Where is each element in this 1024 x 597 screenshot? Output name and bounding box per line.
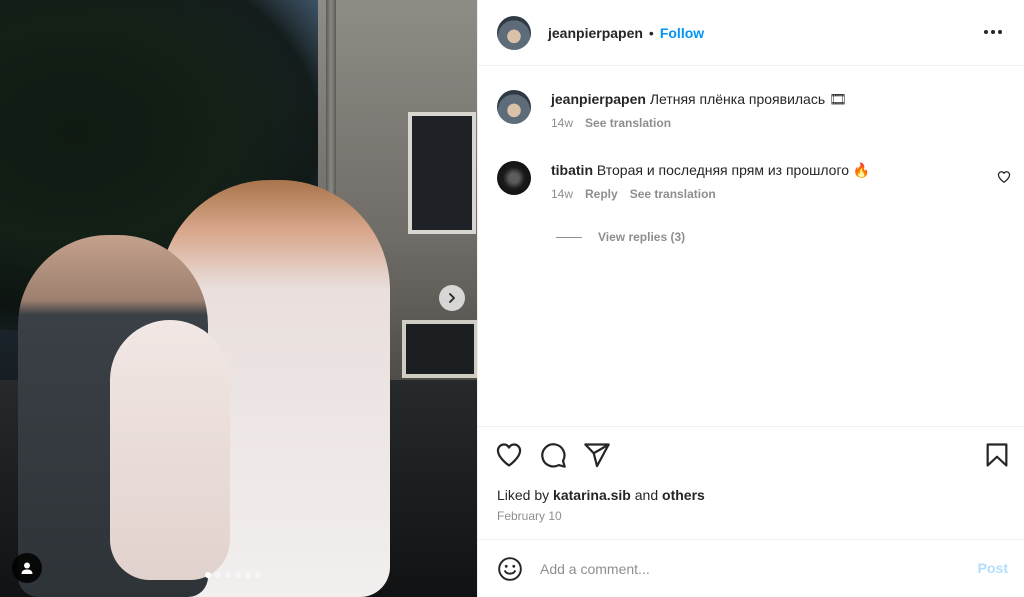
comments-list: jeanpierpapen Летняя плёнка проявилась 🎞… bbox=[478, 66, 1024, 426]
follow-button[interactable]: Follow bbox=[660, 25, 704, 41]
likes-others-link[interactable]: others bbox=[662, 487, 705, 503]
post-header: jeanpierpapen • Follow bbox=[478, 0, 1024, 66]
caption-text: Летняя плёнка проявилась 🎞 bbox=[649, 91, 847, 107]
carousel-dot bbox=[255, 572, 261, 578]
caption-text-line: jeanpierpapen Летняя плёнка проявилась 🎞 bbox=[551, 90, 847, 108]
comment-time[interactable]: 14w bbox=[551, 187, 573, 201]
caption-see-translation[interactable]: See translation bbox=[585, 116, 671, 130]
comment-like-heart-icon[interactable] bbox=[997, 170, 1011, 184]
comment-reply-button[interactable]: Reply bbox=[585, 187, 618, 201]
photo-window bbox=[402, 320, 477, 378]
more-options-icon bbox=[984, 30, 988, 34]
carousel-dot bbox=[245, 572, 251, 578]
carousel-dot bbox=[235, 572, 241, 578]
post-dialog: jeanpierpapen • Follow jeanpierpapen Лет… bbox=[0, 0, 1024, 597]
caption-author-avatar[interactable] bbox=[497, 90, 531, 124]
caption-meta: 14w See translation bbox=[551, 116, 847, 130]
photo-dog bbox=[110, 320, 230, 580]
carousel-indicator bbox=[205, 572, 261, 578]
carousel-dot bbox=[215, 572, 221, 578]
view-replies-label: View replies (3) bbox=[598, 230, 686, 244]
comment-item: tibatin Вторая и последняя прям из прошл… bbox=[497, 161, 1017, 201]
add-comment-bar: Post bbox=[478, 539, 1024, 597]
carousel-dot bbox=[205, 572, 211, 578]
commenter-username[interactable]: tibatin bbox=[551, 162, 593, 178]
like-heart-icon[interactable] bbox=[495, 441, 523, 469]
author-avatar[interactable] bbox=[497, 15, 531, 50]
bookmark-icon[interactable] bbox=[983, 441, 1011, 469]
post-comment-button[interactable]: Post bbox=[978, 560, 1008, 576]
tagged-users-button[interactable] bbox=[12, 553, 42, 583]
caption-username[interactable]: jeanpierpapen bbox=[551, 91, 646, 107]
header-separator: • bbox=[648, 24, 654, 41]
likes-summary: Liked by katarina.sib and others bbox=[497, 487, 705, 503]
comment-text-line: tibatin Вторая и последняя прям из прошл… bbox=[551, 161, 870, 179]
next-slide-button[interactable] bbox=[439, 285, 465, 311]
caption: jeanpierpapen Летняя плёнка проявилась 🎞… bbox=[497, 90, 1017, 130]
author-username[interactable]: jeanpierpapen bbox=[548, 25, 643, 41]
comment-meta: 14w Reply See translation bbox=[551, 187, 870, 201]
send-icon[interactable] bbox=[583, 441, 611, 469]
likes-prefix: Liked by bbox=[497, 487, 550, 503]
more-options-icon-dot bbox=[991, 30, 995, 34]
comment-text: Вторая и последняя прям из прошлого 🔥 bbox=[596, 162, 871, 178]
comment-icon[interactable] bbox=[539, 441, 567, 469]
likes-connector: and bbox=[634, 487, 659, 503]
comment-see-translation[interactable]: See translation bbox=[630, 187, 716, 201]
caption-time[interactable]: 14w bbox=[551, 116, 573, 130]
comment-input[interactable] bbox=[540, 556, 960, 581]
user-tag-icon bbox=[21, 562, 33, 574]
commenter-avatar[interactable] bbox=[497, 161, 531, 195]
likes-user-link[interactable]: katarina.sib bbox=[553, 487, 631, 503]
more-options-button[interactable] bbox=[981, 22, 1005, 42]
carousel-dot bbox=[225, 572, 231, 578]
view-replies-line bbox=[556, 236, 582, 238]
chevron-right-icon bbox=[449, 293, 455, 303]
emoji-icon[interactable] bbox=[497, 556, 523, 582]
photo-window bbox=[408, 112, 476, 234]
view-replies-button[interactable]: View replies (3) bbox=[556, 230, 685, 244]
post-side-panel: jeanpierpapen • Follow jeanpierpapen Лет… bbox=[477, 0, 1024, 597]
post-photo[interactable] bbox=[0, 0, 477, 597]
more-options-icon-dot bbox=[998, 30, 1002, 34]
post-date[interactable]: February 10 bbox=[497, 509, 562, 523]
post-action-bar bbox=[478, 426, 1024, 478]
